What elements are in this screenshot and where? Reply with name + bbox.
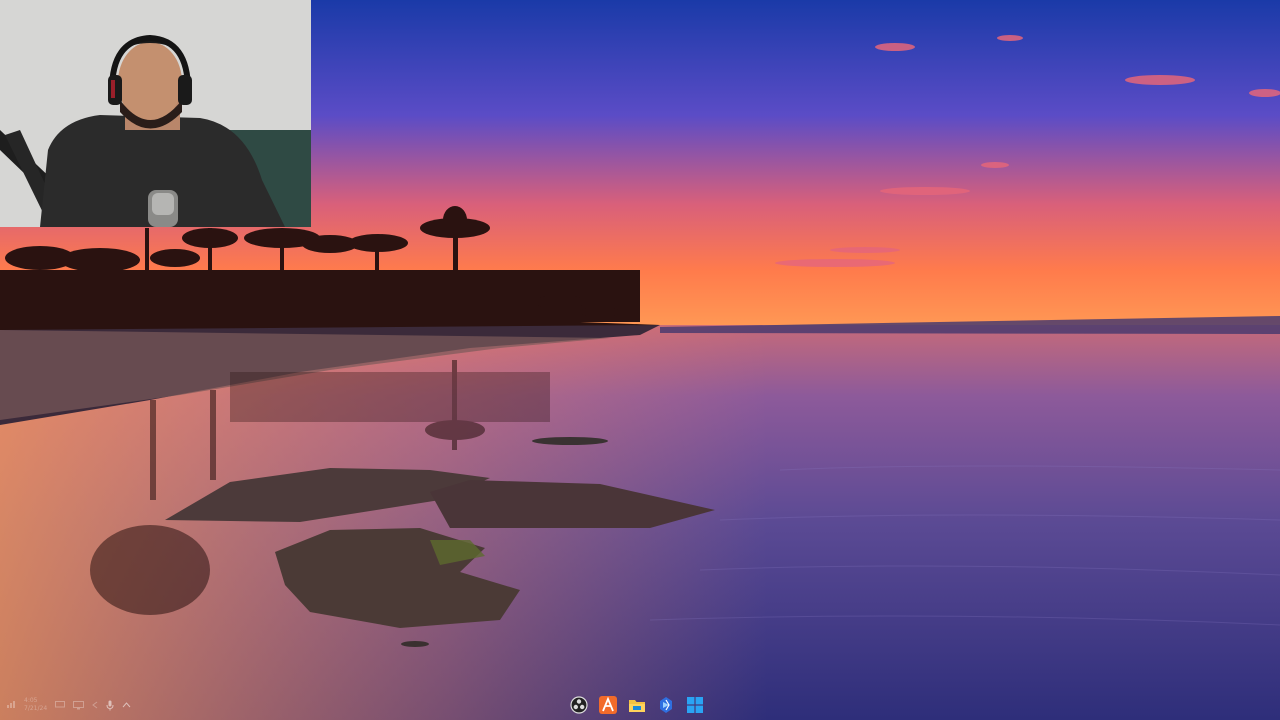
- taskbar-apps: [569, 695, 705, 715]
- appwrite-icon[interactable]: [598, 695, 618, 715]
- file-explorer-icon[interactable]: [627, 695, 647, 715]
- microphone-icon[interactable]: [106, 700, 114, 711]
- system-tray: 4:05 7/21/24: [6, 696, 131, 714]
- network-icon[interactable]: [6, 700, 16, 710]
- webcam-overlay: [0, 0, 311, 227]
- chevron-left-icon[interactable]: [92, 701, 98, 709]
- presenter-video: [0, 0, 311, 227]
- clock-time: 4:05: [24, 697, 38, 704]
- chevron-up-icon[interactable]: [122, 702, 131, 708]
- obs-icon[interactable]: [569, 695, 589, 715]
- clock-date: 7/21/24: [24, 705, 48, 712]
- display-icon[interactable]: [55, 701, 66, 709]
- visual-studio-icon[interactable]: [656, 695, 676, 715]
- monitor-icon[interactable]: [73, 700, 85, 710]
- start-menu-icon[interactable]: [685, 695, 705, 715]
- taskbar: 4:05 7/21/24: [0, 688, 1280, 720]
- desktop: 4:05 7/21/24: [0, 0, 1280, 720]
- clock[interactable]: 4:05 7/21/24: [24, 697, 47, 713]
